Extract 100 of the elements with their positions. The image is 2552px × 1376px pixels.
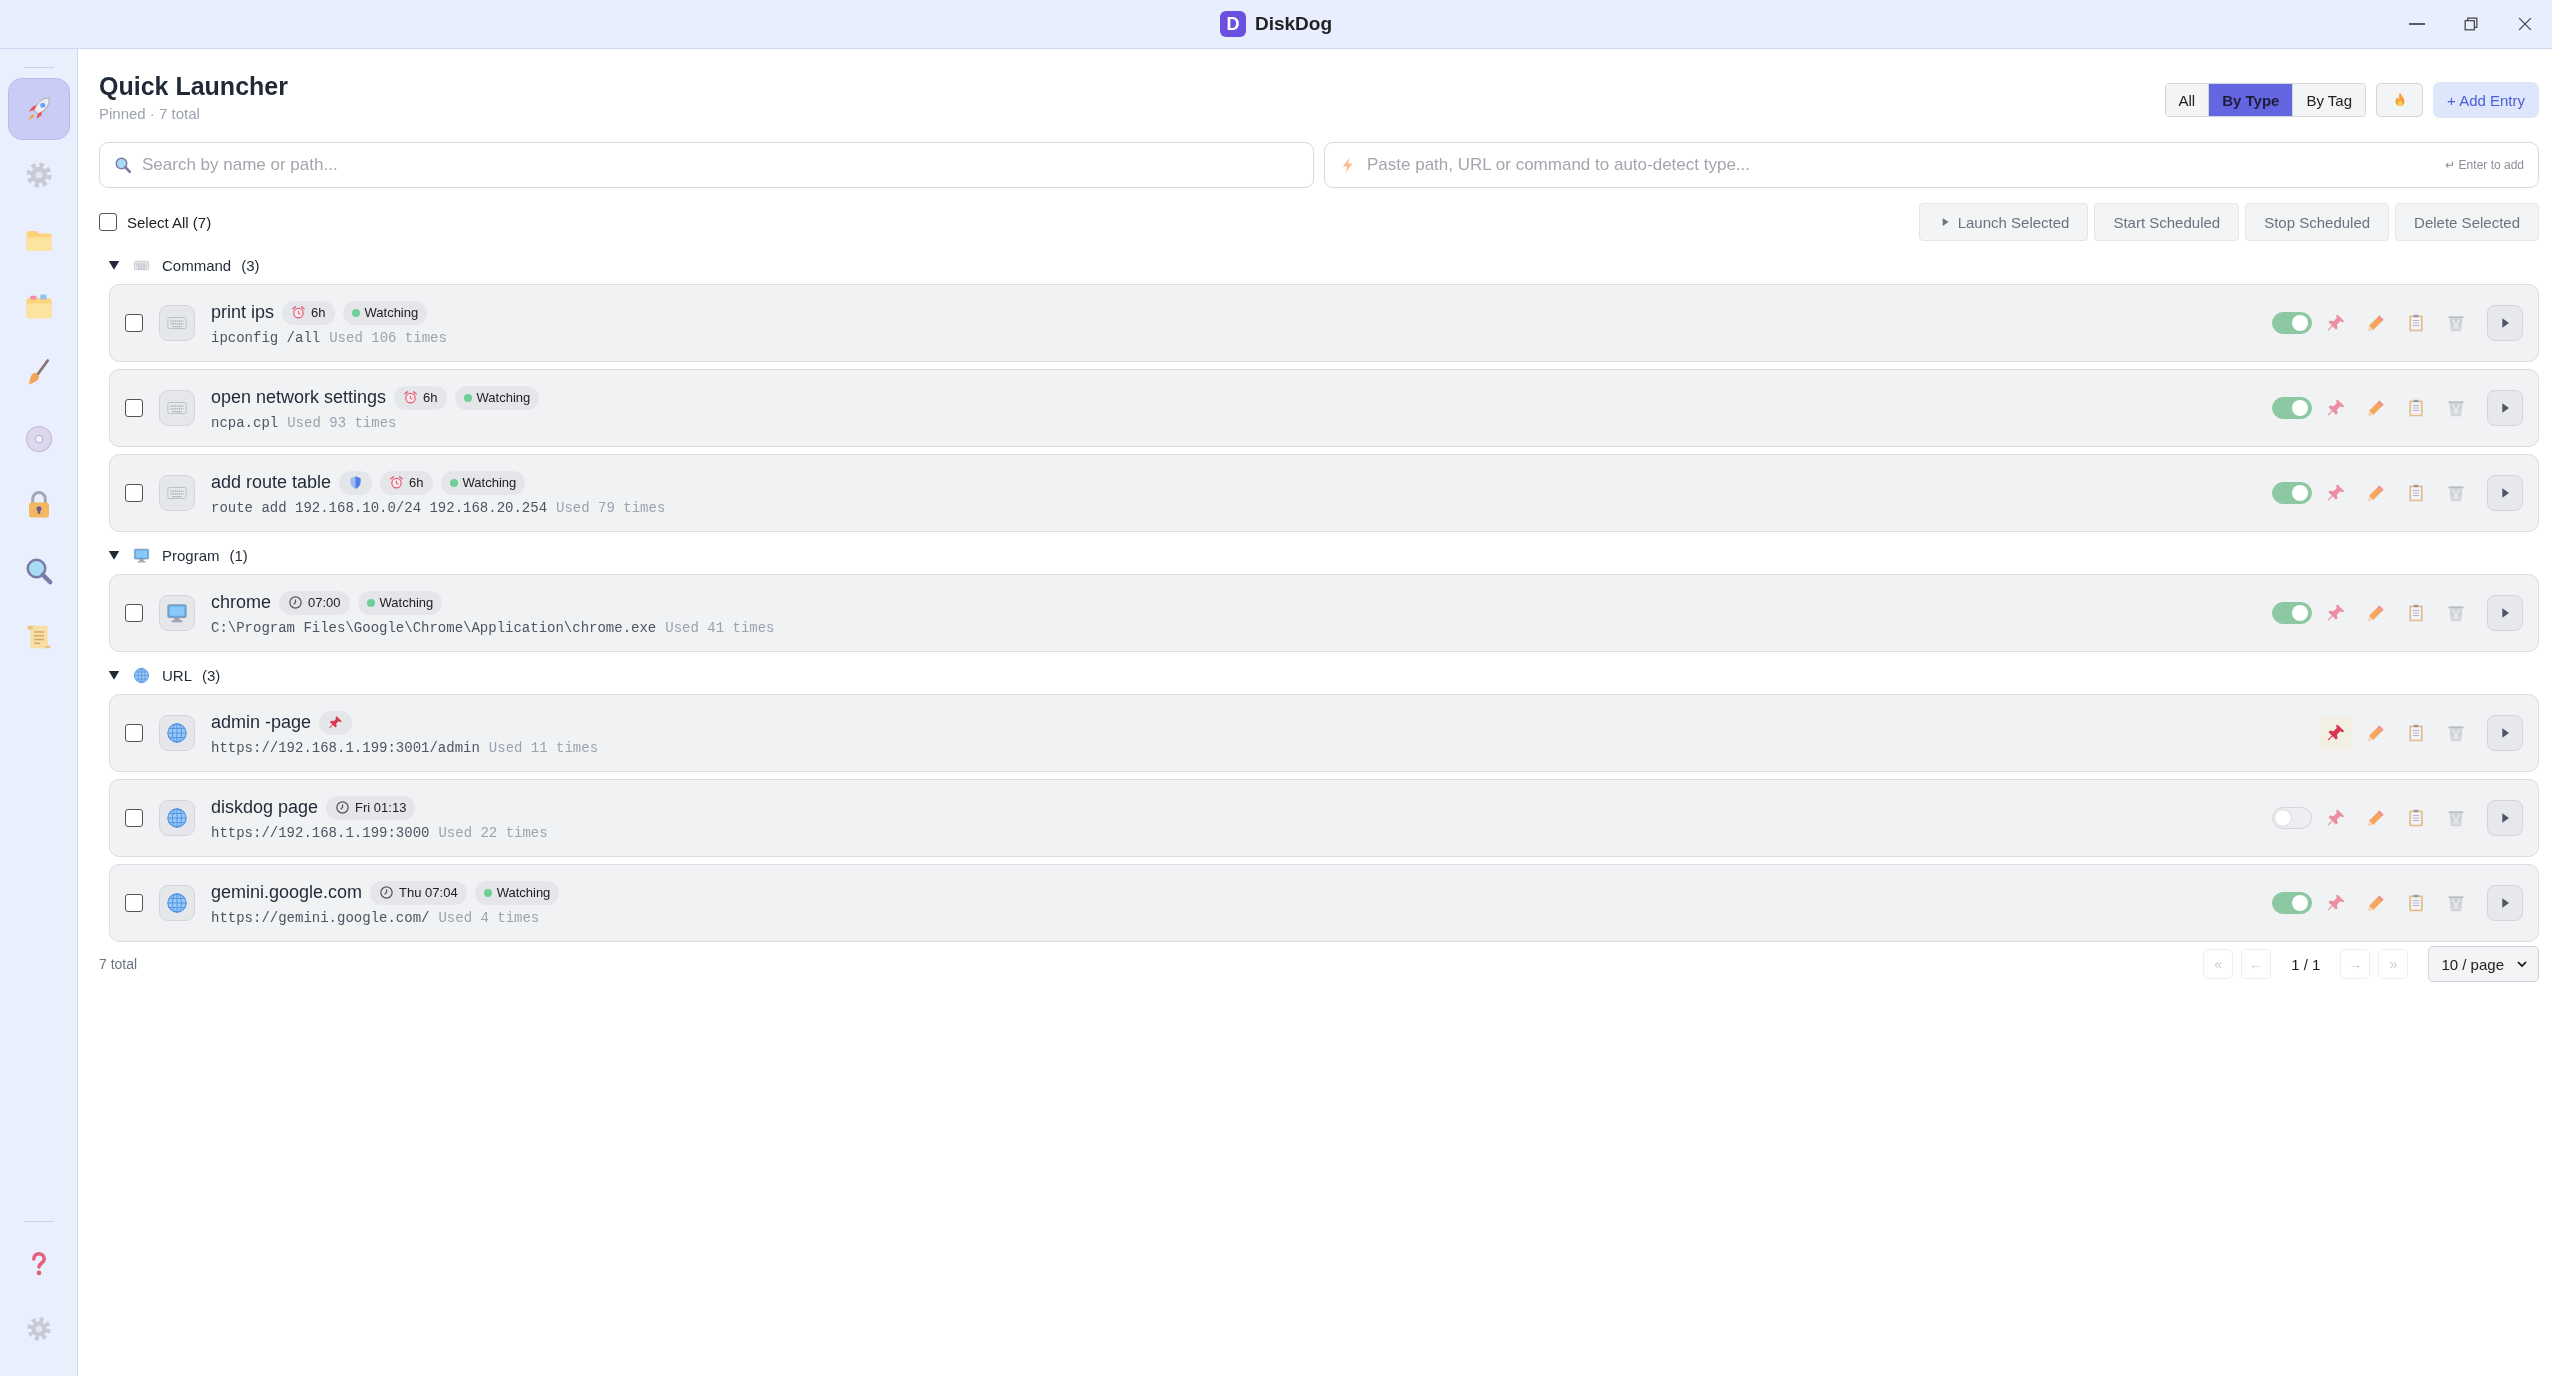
schedule-toggle[interactable] xyxy=(2272,892,2312,914)
entry-name: open network settings xyxy=(211,387,387,408)
pin-icon xyxy=(2326,603,2346,623)
quick-add-input[interactable]: Paste path, URL or command to auto-detect type... xyxy=(1365,154,2438,176)
settings-icon xyxy=(24,1315,53,1343)
row-checkbox[interactable] xyxy=(125,894,143,912)
badge-label: Watching xyxy=(496,885,551,900)
pin-icon xyxy=(328,715,344,730)
magnifier-icon xyxy=(23,556,54,586)
quick-add-field[interactable]: Paste path, URL or command to auto-detect type... ↵ Enter to add xyxy=(1324,142,2539,188)
pin-icon xyxy=(2326,808,2346,828)
run-button[interactable] xyxy=(2487,715,2523,751)
status-dot xyxy=(366,598,375,607)
view-tab[interactable]: By Tag xyxy=(2292,84,2366,116)
pencil-icon xyxy=(2366,603,2386,623)
minimize-icon xyxy=(2409,23,2425,25)
status-dot xyxy=(483,888,492,897)
hot-button[interactable] xyxy=(2376,83,2424,117)
run-button[interactable] xyxy=(2487,800,2523,836)
row-checkbox[interactable] xyxy=(125,314,143,332)
clipboard-icon xyxy=(2406,603,2426,623)
badge-label: 6h xyxy=(409,475,424,490)
group-count: (3) xyxy=(202,666,221,684)
trash-icon xyxy=(2446,603,2466,623)
entry-name: gemini.google.com xyxy=(211,882,363,903)
run-button[interactable] xyxy=(2487,390,2523,426)
pin-button[interactable] xyxy=(2319,716,2353,750)
alarm-clock-icon xyxy=(291,305,307,320)
entry-target: ipconfig /all xyxy=(211,329,321,346)
clock-icon xyxy=(335,800,351,815)
bulk-action-button[interactable]: Delete Selected xyxy=(2395,203,2539,241)
monitor-icon xyxy=(166,602,188,624)
search-field[interactable]: Search by name or path... xyxy=(99,142,1314,188)
status-dot xyxy=(449,478,458,487)
entry-name: admin -page xyxy=(211,712,312,733)
badge-label: Fri 01:13 xyxy=(355,800,407,815)
view-tab[interactable]: By Type xyxy=(2208,84,2293,116)
page-indicator: 1 / 1 xyxy=(2290,955,2322,973)
run-button[interactable] xyxy=(2487,595,2523,631)
pin-icon xyxy=(2326,313,2346,333)
trash-icon xyxy=(2446,723,2466,743)
sidebar-item[interactable] xyxy=(7,78,70,140)
pin-icon xyxy=(2326,723,2346,743)
disc-icon xyxy=(23,424,54,454)
usage-count: Used 79 times xyxy=(556,499,666,516)
select-all-label: Select All (7) xyxy=(127,213,212,231)
clipboard-icon xyxy=(2406,723,2426,743)
group-count: (1) xyxy=(229,546,248,564)
clipboard-icon xyxy=(2406,893,2426,913)
alarm-clock-icon xyxy=(403,390,419,405)
usage-count: Used 106 times xyxy=(329,329,447,346)
run-button[interactable] xyxy=(2487,885,2523,921)
group-name: URL xyxy=(162,666,192,684)
pin-icon xyxy=(2326,483,2346,503)
monitor-icon xyxy=(133,546,150,564)
pencil-icon xyxy=(2366,398,2386,418)
run-button[interactable] xyxy=(2487,305,2523,341)
search-input[interactable]: Search by name or path... xyxy=(140,154,1299,176)
bulk-action-button[interactable]: Stop Scheduled xyxy=(2245,203,2390,241)
clipboard-icon xyxy=(2406,483,2426,503)
globe-icon xyxy=(166,892,188,914)
view-tab[interactable]: All xyxy=(2165,84,2209,116)
pencil-icon xyxy=(2366,893,2386,913)
select-all-checkbox[interactable] xyxy=(99,213,117,231)
launch-selected-button[interactable]: Launch Selected xyxy=(1918,203,2089,241)
row-checkbox[interactable] xyxy=(125,724,143,742)
bulk-action-button[interactable]: Start Scheduled xyxy=(2094,203,2240,241)
badge-label: 07:00 xyxy=(308,595,341,610)
schedule-toggle[interactable] xyxy=(2272,312,2312,334)
pin-icon xyxy=(2326,398,2346,418)
status-dot xyxy=(463,393,472,402)
schedule-toggle[interactable] xyxy=(2272,482,2312,504)
total-count: 7 total xyxy=(99,956,138,972)
add-entry-button[interactable]: + Add Entry xyxy=(2433,82,2539,118)
clock-icon xyxy=(288,595,304,610)
entry-name: diskdog page xyxy=(211,797,319,818)
usage-count: Used 41 times xyxy=(665,619,775,636)
schedule-toggle[interactable] xyxy=(2272,807,2312,829)
run-button[interactable] xyxy=(2487,475,2523,511)
row-checkbox[interactable] xyxy=(125,604,143,622)
clipboard-icon xyxy=(2406,808,2426,828)
entry-name: add route table xyxy=(211,472,332,493)
schedule-toggle[interactable] xyxy=(2272,397,2312,419)
clipboard-icon xyxy=(2406,398,2426,418)
page-size-select[interactable]: 10 / page xyxy=(2428,946,2539,982)
entry-target: ncpa.cpl xyxy=(211,414,279,431)
enter-hint: ↵ Enter to add xyxy=(2445,158,2524,172)
pencil-icon xyxy=(2366,723,2386,743)
globe-icon xyxy=(133,666,150,684)
group-name: Program xyxy=(162,546,220,564)
entry-target: https://192.168.1.199:3001/admin xyxy=(211,739,480,756)
row-checkbox[interactable] xyxy=(125,809,143,827)
badge-label: 6h xyxy=(423,390,438,405)
schedule-toggle[interactable] xyxy=(2272,602,2312,624)
row-checkbox[interactable] xyxy=(125,399,143,417)
usage-count: Used 93 times xyxy=(287,414,397,431)
row-checkbox[interactable] xyxy=(125,484,143,502)
pin-icon xyxy=(2326,893,2346,913)
status-dot xyxy=(351,308,360,317)
pencil-icon xyxy=(2366,313,2386,333)
